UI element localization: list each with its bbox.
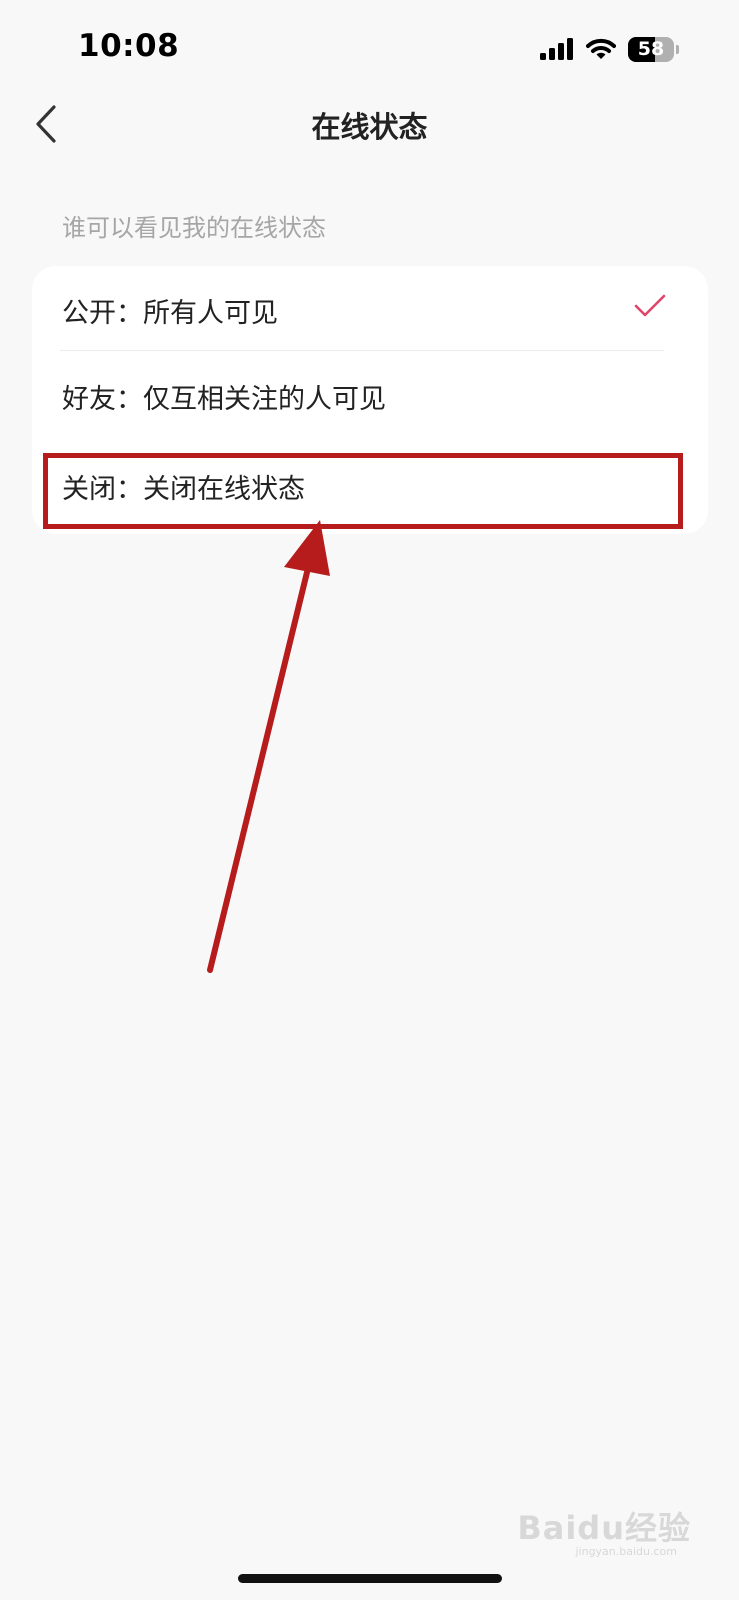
battery-icon: 58 <box>628 36 674 62</box>
option-label: 关闭：关闭在线状态 <box>62 473 305 505</box>
wifi-icon <box>586 38 616 59</box>
watermark-logo: Baidu经验 <box>517 1509 691 1547</box>
battery-level: 58 <box>637 38 665 60</box>
option-friends[interactable]: 好友：仅互相关注的人可见 <box>32 352 708 440</box>
nav-bar: 在线状态 <box>0 90 739 160</box>
divider <box>60 350 664 351</box>
status-icons: 58 <box>540 34 679 64</box>
page-title: 在线状态 <box>311 110 428 144</box>
option-off[interactable]: 关闭：关闭在线状态 <box>32 442 708 530</box>
checkmark-icon <box>634 294 666 317</box>
cellular-signal-icon <box>540 38 573 60</box>
battery-cap <box>676 44 679 54</box>
option-label: 公开：所有人可见 <box>62 297 278 329</box>
section-header: 谁可以看见我的在线状态 <box>62 214 326 242</box>
option-label: 好友：仅互相关注的人可见 <box>62 383 386 415</box>
option-public[interactable]: 公开：所有人可见 <box>32 266 708 354</box>
status-time: 10:08 <box>78 28 180 64</box>
status-bar: 10:08 58 <box>0 0 739 90</box>
visibility-options-card: 公开：所有人可见 好友：仅互相关注的人可见 关闭：关闭在线状态 <box>32 266 708 534</box>
home-indicator[interactable] <box>238 1574 502 1583</box>
watermark-url: jingyan.baidu.com <box>575 1545 677 1558</box>
